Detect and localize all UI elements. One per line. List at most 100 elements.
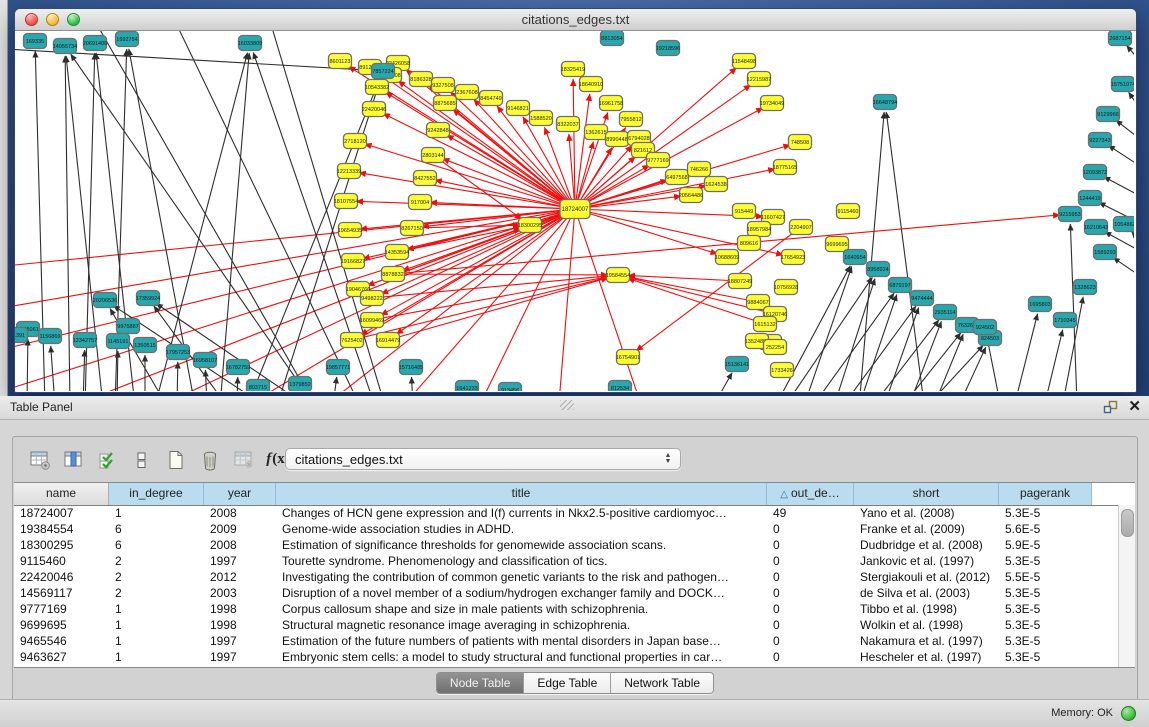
graph-node[interactable]: 9474444 — [911, 291, 934, 306]
graph-node[interactable]: 12213339 — [337, 164, 361, 179]
graph-node[interactable]: 16958107 — [193, 353, 217, 368]
column-header-year[interactable]: year — [204, 483, 276, 505]
table-settings-button[interactable] — [27, 447, 53, 473]
graph-node[interactable]: 252254 — [764, 340, 787, 355]
graph-node[interactable]: 915449 — [733, 204, 756, 219]
clear-selection-button[interactable] — [129, 447, 155, 473]
graph-node[interactable]: 15751074 — [1111, 77, 1134, 92]
graph-node[interactable]: 20206536 — [93, 293, 117, 308]
tab-edge-table[interactable]: Edge Table — [524, 673, 611, 693]
graph-node[interactable]: 19218596 — [656, 41, 680, 56]
graph-node[interactable]: 1695803 — [1029, 297, 1052, 312]
graph-node[interactable]: 8601123 — [329, 54, 352, 69]
close-window-button[interactable] — [25, 13, 38, 26]
graph-node[interactable]: 803715 — [247, 380, 270, 392]
graph-node[interactable]: 19857771 — [326, 360, 350, 375]
graph-node[interactable]: 8454749 — [480, 91, 503, 106]
graph-node[interactable]: 9115460 — [837, 204, 860, 219]
graph-node[interactable]: 2803144 — [422, 148, 445, 163]
import-table-button[interactable] — [231, 447, 257, 473]
select-rows-button[interactable] — [95, 447, 121, 473]
graph-node[interactable]: 8958924 — [867, 262, 890, 277]
table-row[interactable]: 1872400712008Changes of HCN gene express… — [14, 505, 1119, 521]
column-header-out_de[interactable]: △out_de… — [767, 483, 854, 505]
table-row[interactable]: 977716911998Corpus callosum shape and si… — [14, 601, 1119, 617]
graph-node[interactable]: 15136141 — [725, 357, 749, 372]
graph-node[interactable]: 1624538 — [705, 177, 728, 192]
graph-node[interactable]: 17957253 — [166, 345, 190, 360]
graph-node[interactable]: 9129966 — [1097, 107, 1120, 122]
graph-node[interactable]: 1328623 — [1074, 280, 1097, 295]
table-row[interactable]: 969969511998Structural magnetic resonanc… — [14, 617, 1119, 633]
split-resize-handle[interactable] — [560, 400, 574, 410]
graph-node[interactable]: 18957984 — [747, 222, 771, 237]
graph-node[interactable]: 20691406 — [83, 36, 107, 51]
graph-node[interactable]: 6879197 — [889, 278, 912, 293]
graph-node[interactable]: 15716485 — [399, 360, 423, 375]
graph-node[interactable]: 9215953 — [1059, 207, 1082, 222]
graph-node[interactable]: 1710345 — [1054, 313, 1077, 328]
graph-node[interactable]: 2367608 — [456, 85, 479, 100]
graph-node[interactable]: 16033809 — [238, 36, 262, 51]
graph-node[interactable]: 16210643 — [1084, 220, 1108, 235]
graph-node[interactable]: 7857224 — [372, 64, 395, 79]
graph-node[interactable]: 8186328 — [410, 72, 433, 87]
minimize-window-button[interactable] — [46, 13, 59, 26]
graph-node[interactable]: 7955812 — [620, 112, 643, 127]
graph-node[interactable]: 9777169 — [647, 153, 670, 168]
graph-node[interactable]: 10756928 — [774, 280, 798, 295]
graph-node[interactable]: 917004 — [409, 195, 432, 210]
network-window-titlebar[interactable]: citations_edges.txt — [15, 9, 1136, 31]
graph-node[interactable]: 14055734 — [53, 39, 77, 54]
graph-node[interactable]: 14353594 — [385, 245, 409, 260]
table-row[interactable]: 1938455462009Genome-wide association stu… — [14, 521, 1119, 537]
graph-node[interactable]: 391391 — [15, 328, 28, 343]
column-header-short[interactable]: short — [854, 483, 999, 505]
network-canvas[interactable]: 18724007 8601123 8912954 22426058 912750… — [15, 31, 1134, 391]
table-row[interactable]: 946362711997Embryonic stem cells: a mode… — [14, 649, 1119, 665]
graph-node[interactable]: 1641233 — [456, 381, 479, 392]
column-header-pagerank[interactable]: pagerank — [999, 483, 1092, 505]
graph-node[interactable]: 17359924 — [136, 291, 160, 306]
graph-node[interactable]: 1244419 — [1079, 191, 1102, 206]
graph-node[interactable]: 9975887 — [117, 319, 140, 334]
graph-node[interactable]: 9146821 — [507, 101, 530, 116]
scrollbar-thumb[interactable] — [1121, 509, 1134, 537]
graph-node[interactable]: 1615132 — [754, 317, 777, 332]
graph-node[interactable]: 924502 — [974, 320, 997, 335]
graph-node[interactable]: 19734049 — [760, 96, 784, 111]
graph-node[interactable]: 12093872 — [1083, 165, 1107, 180]
graph-node[interactable]: 1588520 — [530, 111, 553, 126]
graph-node[interactable]: 2204907 — [790, 220, 813, 235]
graph-node[interactable]: 1692754 — [116, 32, 139, 47]
graph-node[interactable]: 1362615 — [585, 125, 608, 140]
table-row[interactable]: 911546021997Tourette syndrome. Phenomeno… — [14, 553, 1119, 569]
show-columns-button[interactable] — [61, 447, 87, 473]
graph-node[interactable]: 18325419 — [561, 62, 585, 77]
graph-node[interactable]: 8813054 — [601, 31, 624, 46]
graph-node[interactable]: 16648794 — [873, 95, 897, 110]
graph-node[interactable]: 9227343 — [1089, 133, 1112, 148]
table-row[interactable]: 1830029562008Estimation of significance … — [14, 537, 1119, 553]
graph-node[interactable]: 1145191 — [107, 334, 130, 349]
graph-node[interactable]: 16914479 — [376, 333, 400, 348]
graph-node[interactable]: 1350515 — [134, 338, 157, 353]
graph-node[interactable]: 1589293 — [1094, 245, 1117, 260]
graph-node[interactable]: 8322037 — [557, 117, 580, 132]
delete-table-button[interactable] — [197, 447, 223, 473]
graph-node[interactable]: 18724007 — [560, 200, 590, 219]
graph-node[interactable]: 2935114 — [934, 305, 957, 320]
graph-node[interactable]: 8267150 — [401, 221, 424, 236]
graph-node[interactable]: 18300295 — [518, 218, 542, 233]
close-icon[interactable]: ✕ — [1128, 398, 1141, 416]
table-row[interactable]: 1456911722003Disruption of a novel membe… — [14, 585, 1119, 601]
graph-node[interactable]: 16961758 — [599, 96, 623, 111]
graph-node[interactable]: 20564486 — [679, 188, 703, 203]
graph-node[interactable]: 18107554 — [334, 194, 358, 209]
graph-node[interactable]: 1156869 — [39, 329, 62, 344]
graph-node[interactable]: 9242848 — [427, 123, 450, 138]
graph-node[interactable]: 17654923 — [781, 250, 805, 265]
graph-node[interactable]: 19584554 — [606, 268, 630, 283]
graph-node[interactable]: 2718120 — [344, 134, 367, 149]
graph-node[interactable]: 1054862 — [1114, 217, 1135, 232]
